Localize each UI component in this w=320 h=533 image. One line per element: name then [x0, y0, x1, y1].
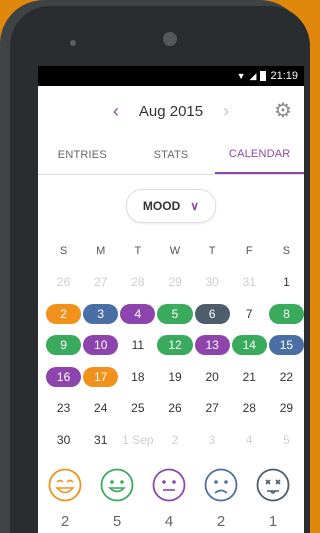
calendar-day[interactable]: 1 — [269, 272, 304, 292]
calendar-day[interactable]: 3 — [195, 430, 230, 450]
calendar-day[interactable]: 25 — [120, 398, 155, 418]
calendar-day[interactable]: 5 — [269, 430, 304, 450]
calendar-day[interactable]: 31 — [83, 430, 118, 450]
phone-body: ▼ ◢ 21:19 ‹ Aug 2015 › ⚙ ENTRIES STATS C… — [0, 0, 310, 533]
prev-month-button[interactable]: ‹ — [103, 101, 129, 122]
calendar-day[interactable]: 11 — [120, 335, 155, 355]
sad-face-icon — [204, 468, 238, 507]
calendar-day[interactable]: 10 — [83, 335, 119, 356]
neutral-face-icon — [152, 468, 186, 507]
calendar-day[interactable]: 23 — [46, 398, 81, 418]
calendar-day[interactable]: 31 — [232, 272, 267, 292]
signal-icon: ◢ — [249, 70, 257, 81]
mood-count: 2 — [216, 512, 226, 530]
calendar-day[interactable]: 14 — [231, 335, 267, 356]
tab-entries[interactable]: ENTRIES — [38, 136, 127, 174]
calendar-week-row: 30 31 1 Sep 2 3 4 5 — [38, 424, 304, 456]
calendar-day[interactable]: 30 — [195, 272, 230, 292]
mood-count: 4 — [164, 512, 174, 530]
happy-face-icon — [100, 468, 134, 507]
mood-filter-dropdown[interactable]: MOOD ∨ — [126, 189, 216, 223]
calendar-day[interactable]: 1 Sep — [120, 430, 155, 450]
calendar-day[interactable]: 4 — [232, 430, 267, 450]
mood-count: 2 — [60, 512, 70, 530]
mood-filter-label: MOOD — [142, 199, 181, 213]
mood-summary-item: 2 — [46, 468, 84, 530]
mood-summary-item: 4 — [150, 468, 188, 530]
calendar-grid: SMTWTFS 26 27 28 29 30 31 1 2 3 4 5 6 7 8 9 10 11 12 13 14 1… — [38, 235, 304, 456]
status-time: 21:19 — [270, 70, 298, 82]
calendar-day[interactable]: 22 — [269, 367, 304, 387]
calendar-week-row: 2345678 — [38, 298, 304, 330]
mood-count: 5 — [112, 512, 122, 530]
weekday-label: W — [169, 244, 181, 257]
status-bar: ▼ ◢ 21:19 — [38, 66, 304, 86]
calendar-day[interactable]: 9 — [46, 335, 82, 356]
calendar-day[interactable]: 12 — [157, 335, 193, 356]
calendar-day[interactable]: 8 — [268, 303, 304, 324]
calendar-day[interactable]: 30 — [46, 430, 81, 450]
chevron-down-icon: ∨ — [190, 199, 200, 213]
tab-bar: ENTRIES STATS CALENDAR — [38, 136, 304, 175]
calendar-day[interactable]: 19 — [157, 367, 192, 387]
ecstatic-face-icon — [48, 468, 82, 507]
speaker-dot — [70, 40, 76, 46]
calendar-day[interactable]: 26 — [46, 272, 81, 292]
tab-stats[interactable]: STATS — [127, 136, 216, 174]
calendar-week-row: 9 10 11 12 13 14 15 — [38, 330, 304, 362]
weekday-label: T — [208, 244, 216, 257]
calendar-day[interactable]: 6 — [194, 303, 230, 324]
calendar-day[interactable]: 24 — [83, 398, 118, 418]
gear-icon[interactable]: ⚙ — [272, 100, 294, 122]
filter-row: MOOD ∨ — [38, 189, 304, 223]
calendar-day[interactable]: 27 — [83, 272, 118, 292]
calendar-day[interactable]: 17 — [83, 366, 119, 387]
mood-count: 1 — [268, 512, 278, 530]
next-month-button[interactable]: › — [213, 101, 239, 122]
calendar-day[interactable]: 2 — [46, 303, 82, 324]
front-camera — [163, 32, 177, 46]
calendar-day[interactable]: 18 — [120, 367, 155, 387]
weekday-label: M — [96, 244, 106, 257]
app-screen: ▼ ◢ 21:19 ‹ Aug 2015 › ⚙ ENTRIES STATS C… — [38, 66, 304, 533]
calendar-day[interactable]: 3 — [83, 303, 119, 324]
calendar-day[interactable]: 16 — [46, 366, 82, 387]
calendar-day[interactable]: 26 — [157, 398, 192, 418]
mood-summary-item: 1 — [254, 468, 292, 530]
mood-summary-item: 2 — [202, 468, 240, 530]
mood-summary: 2 5 4 2 1 — [38, 468, 304, 530]
calendar-day[interactable]: 29 — [269, 398, 304, 418]
wifi-icon: ▼ — [236, 71, 246, 81]
calendar-day[interactable]: 28 — [232, 398, 267, 418]
calendar-day[interactable]: 28 — [120, 272, 155, 292]
weekday-label: T — [134, 244, 142, 257]
tab-calendar[interactable]: CALENDAR — [215, 136, 304, 174]
month-label: Aug 2015 — [138, 102, 204, 120]
weekday-label: S — [59, 244, 68, 257]
calendar-day[interactable]: 21 — [232, 367, 267, 387]
calendar-week-row: 16 17 18 19 20 21 22 — [38, 361, 304, 393]
calendar-day[interactable]: 2 — [157, 430, 192, 450]
calendar-day[interactable]: 29 — [157, 272, 192, 292]
awful-face-icon — [256, 468, 290, 507]
month-toolbar: ‹ Aug 2015 › ⚙ — [38, 86, 304, 136]
calendar-day[interactable]: 20 — [195, 367, 230, 387]
calendar-week-row: 26 27 28 29 30 31 1 — [38, 267, 304, 299]
calendar-week-row: 23 24 25 26 27 28 29 — [38, 393, 304, 425]
calendar-day[interactable]: 15 — [268, 335, 304, 356]
calendar-day[interactable]: 7 — [232, 304, 267, 324]
weekday-label: S — [282, 244, 291, 257]
calendar-day[interactable]: 4 — [120, 303, 156, 324]
mood-summary-item: 5 — [98, 468, 136, 530]
weekday-header: SMTWTFS — [38, 235, 304, 267]
calendar-day[interactable]: 13 — [194, 335, 230, 356]
weekday-label: F — [245, 244, 253, 257]
battery-icon — [260, 71, 267, 81]
calendar-day[interactable]: 5 — [157, 303, 193, 324]
calendar-day[interactable]: 27 — [195, 398, 230, 418]
